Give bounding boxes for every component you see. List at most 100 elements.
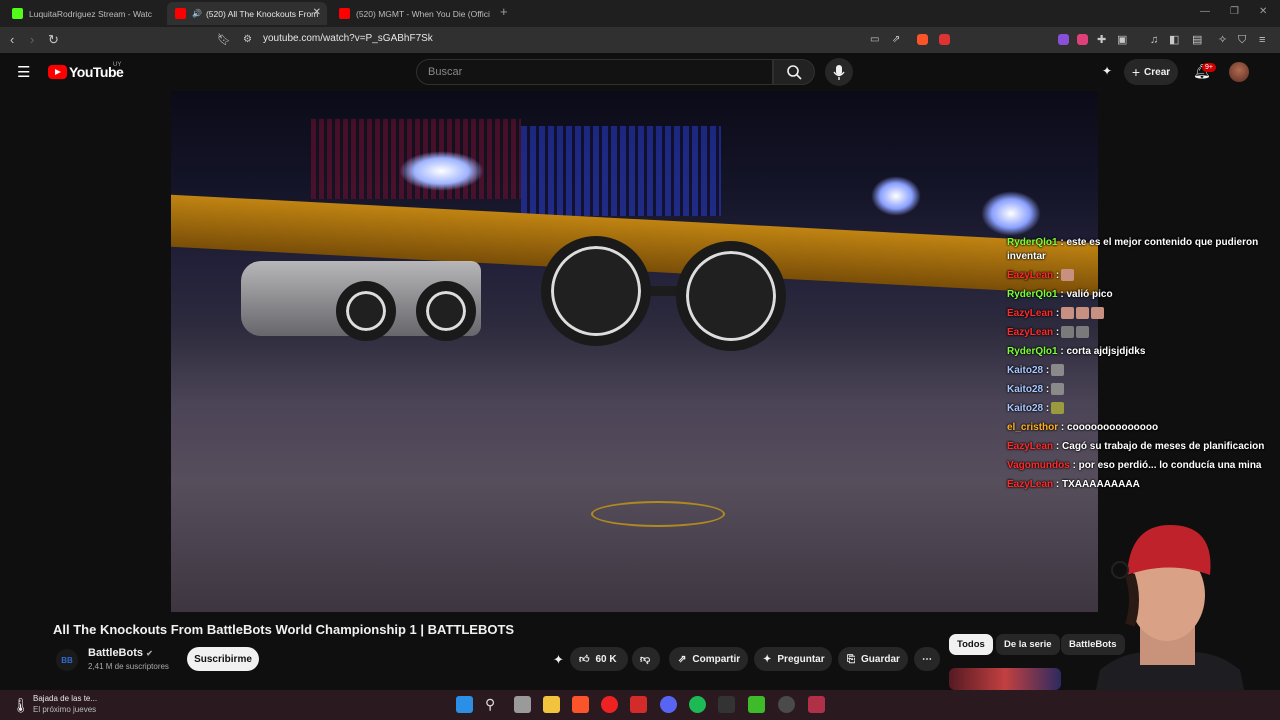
chat-message: Vagomundos : por eso perdió... lo conduc… [1007,459,1280,473]
hamburger-menu-icon[interactable]: ☰ [17,63,30,81]
chat-username[interactable]: RyderQlo1 [1007,289,1058,300]
chat-message: EazyLean : [1007,326,1280,340]
create-label: Crear [1144,66,1171,78]
chat-username[interactable]: RyderQlo1 [1007,346,1058,357]
reload-icon[interactable]: ↻ [48,32,59,48]
chat-message: el_cristhor : coooooooooooooo [1007,421,1280,435]
like-button[interactable]: 👍︎ 60 K [570,647,628,671]
ask-button[interactable]: ✦ Preguntar [754,647,832,671]
close-window-button[interactable]: ✕ [1259,6,1267,17]
tab-kick-stream[interactable]: LuquitaRodriguez Stream - Watc [4,2,164,25]
chat-username[interactable]: RyderQlo1 [1007,237,1058,248]
robot-wheel [541,236,651,346]
file-explorer-icon[interactable] [543,696,560,713]
chat-username[interactable]: el_cristhor [1007,422,1058,433]
close-tab-icon[interactable]: ✕ [313,7,321,18]
dislike-button[interactable]: 👎︎ [632,647,660,671]
site-info-icon[interactable]: ⚙ [243,32,252,48]
chip-all[interactable]: Todos [949,634,993,655]
address-bar[interactable]: youtube.com/watch?v=P_sGABhF7Sk [263,33,433,44]
ai-assistant-icon[interactable]: ✦ [1102,64,1112,78]
chat-username[interactable]: EazyLean [1007,479,1053,490]
chat-username[interactable]: Kaito28 [1007,384,1043,395]
chat-emote-icon [1076,307,1090,320]
minimize-button[interactable]: — [1200,6,1210,17]
chat-message: RyderQlo1 : valió pico [1007,288,1280,302]
tab-youtube-mgmt[interactable]: (520) MGMT - When You Die (Offici [331,2,491,25]
extension-icon[interactable] [1058,34,1069,45]
app-icon[interactable] [808,696,825,713]
search-input[interactable]: Buscar [416,59,773,85]
ai-summary-icon[interactable]: ✦ [553,652,564,668]
brave-rewards-icon[interactable] [939,34,950,45]
chat-username[interactable]: EazyLean [1007,327,1053,338]
chat-emote-icon [1051,402,1065,415]
chat-message: Kaito28 : [1007,402,1280,416]
more-actions-button[interactable]: ⋯ [914,647,940,671]
brave-browser-icon[interactable] [572,696,589,713]
brave-shield-icon[interactable] [917,34,928,45]
chat-username[interactable]: Kaito28 [1007,403,1043,414]
windows-start-icon[interactable] [456,696,473,713]
subscribe-button[interactable]: Suscribirme [187,647,259,671]
video-player[interactable] [171,91,1098,612]
screenshot-icon[interactable]: ▣ [1117,32,1127,48]
youtube-logo-icon[interactable] [48,65,67,79]
discord-icon[interactable] [660,696,677,713]
wallet-icon[interactable]: ▤ [1192,32,1202,48]
plus-icon: + [1131,64,1141,80]
youtube-music-icon[interactable] [601,696,618,713]
media-icon[interactable]: ♫ [1150,32,1158,48]
bookmark-icon[interactable]: 🔖︎ [217,32,231,48]
chip-battlebots[interactable]: BattleBots [1061,634,1125,655]
game-launcher-icon[interactable] [748,696,765,713]
search-icon[interactable]: ⚲ [485,696,502,713]
app-icon[interactable] [630,696,647,713]
verified-icon: ✔ [146,649,153,658]
cast-icon[interactable]: ▭ [870,32,879,48]
extension-icon[interactable] [1077,34,1088,45]
chat-emote-icon [1051,364,1065,377]
obs-icon[interactable] [778,696,795,713]
save-button[interactable]: ⎘ Guardar [838,647,908,671]
chip-series[interactable]: De la serie [996,634,1060,655]
chat-message: EazyLean : [1007,307,1280,321]
chat-emote-icon [1061,307,1075,320]
channel-name[interactable]: BattleBots ✔ [88,647,153,659]
forward-icon[interactable]: › [30,32,34,48]
tab-youtube-battlebots[interactable]: 🔊 (520) All The Knockouts From ✕ [167,2,327,25]
arena-light [399,151,484,191]
voice-search-button[interactable] [825,58,853,86]
search-button[interactable] [773,59,815,85]
channel-avatar[interactable]: BB [56,649,78,671]
share-button[interactable]: ⇗ Compartir [669,647,748,671]
chat-username[interactable]: Vagomundos [1007,460,1070,471]
sidebar-icon[interactable]: ◧ [1169,32,1179,48]
create-button[interactable]: + Crear [1124,59,1178,85]
chat-username[interactable]: EazyLean [1007,308,1053,319]
stream-chat-overlay: RyderQlo1 : este es el mejor contenido q… [1007,236,1280,497]
weather-title[interactable]: Bajada de las te... [33,694,97,703]
microphone-icon [833,65,845,80]
task-view-icon[interactable] [514,696,531,713]
chat-username[interactable]: EazyLean [1007,441,1053,452]
back-icon[interactable]: ‹ [10,32,14,48]
youtube-icon [175,8,186,19]
epic-games-icon[interactable] [718,696,735,713]
menu-icon[interactable]: ≡ [1259,32,1265,48]
chat-emote-icon [1061,326,1075,339]
chat-emote-icon [1091,307,1105,320]
leo-ai-icon[interactable]: ✧ [1218,32,1227,48]
spotify-icon[interactable] [689,696,706,713]
chat-username[interactable]: Kaito28 [1007,365,1043,376]
extensions-icon[interactable]: ✚ [1097,32,1106,48]
new-tab-button[interactable]: + [500,4,508,19]
chat-username[interactable]: EazyLean [1007,270,1053,281]
robot-wheel [676,241,786,351]
vpn-icon[interactable]: ⛉ [1238,32,1246,48]
maximize-button[interactable]: ❐ [1230,6,1239,17]
chat-message: EazyLean : Cagó su trabajo de meses de p… [1007,440,1280,454]
avatar[interactable] [1229,62,1249,82]
share-icon[interactable]: ⇗ [892,32,900,48]
recommended-video-thumbnail[interactable] [949,668,1061,690]
